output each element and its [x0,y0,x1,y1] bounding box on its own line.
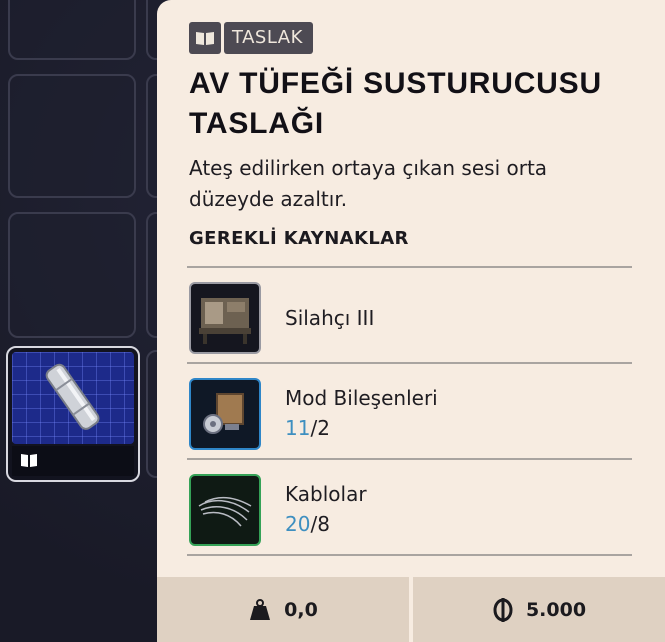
workbench-icon [189,282,261,354]
cables-icon [189,474,261,546]
owned-count: 20 [285,512,311,536]
inventory-slot[interactable] [8,74,136,198]
blueprint-book-icon [21,454,37,467]
blueprint-book-icon [189,22,221,54]
requirement-name: Silahçı III [285,306,375,330]
requirement-row: Silahçı III [187,268,632,362]
mod-components-icon [189,378,261,450]
requirement-name: Mod Bileşenleri [285,386,438,410]
weight-stat: 0,0 [157,577,409,642]
coin-icon [493,597,513,622]
selected-blueprint-slot[interactable] [6,346,140,482]
required-resources-heading: GEREKLİ KAYNAKLAR [189,228,409,249]
type-badge-label: TASLAK [224,22,313,54]
requirement-count: 20/8 [285,512,330,536]
requirement-row: Kablolar 20/8 [187,460,632,554]
item-stats-footer: 0,0 5.000 [157,577,665,642]
requirement-count: 11/2 [285,416,330,440]
item-title: AV TÜFEĞİ SUSTURUCUSU TASLAĞI [189,67,602,140]
silencer-item-image [12,352,134,444]
requirement-row: Mod Bileşenleri 11/2 [187,364,632,458]
required-count: /2 [310,416,330,440]
inventory-slot[interactable] [8,212,136,338]
item-description: Ateş edilirken ortaya çıkan sesi orta dü… [189,156,548,211]
weight-value: 0,0 [284,598,318,621]
inventory-slot[interactable] [8,0,136,60]
item-info-strip [12,446,134,476]
owned-count: 11 [285,416,311,440]
price-stat: 5.000 [413,577,665,642]
requirement-name: Kablolar [285,482,367,506]
price-value: 5.000 [525,598,587,621]
weight-icon [250,598,271,620]
item-tooltip: TASLAK AV TÜFEĞİ SUSTURUCUSU TASLAĞI Ate… [157,0,665,642]
divider [187,554,632,556]
required-count: /8 [310,512,330,536]
type-badge: TASLAK [189,22,313,54]
